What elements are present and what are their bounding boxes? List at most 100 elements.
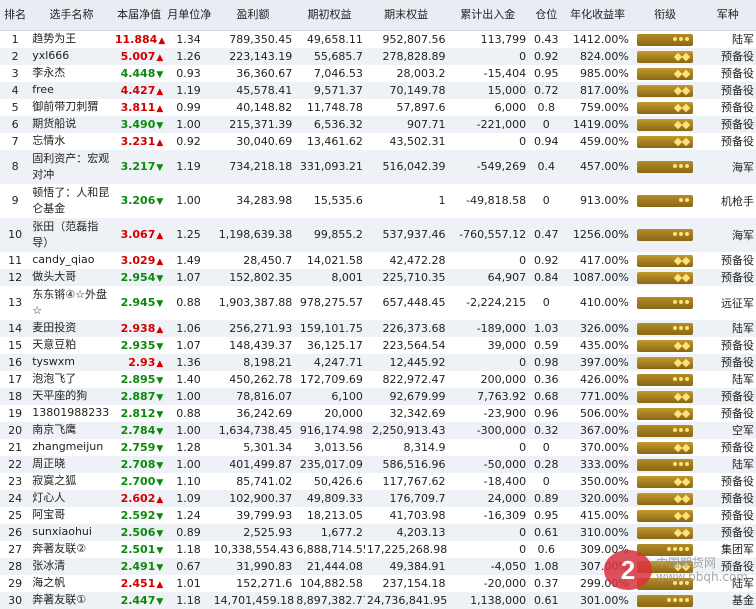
player-name[interactable]: 固利资产：宏观对冲 bbox=[30, 150, 113, 184]
column-header[interactable]: 月单位净值 bbox=[165, 0, 211, 31]
table-row[interactable]: 6期货船说3.490▼1.00215,371.396,536.32907.71-… bbox=[0, 116, 756, 133]
table-row[interactable]: 5御前带刀刺猬3.811▲0.9940,148.8211,748.7857,89… bbox=[0, 99, 756, 116]
player-name[interactable]: free bbox=[30, 82, 113, 99]
rank-cell: 13 bbox=[0, 286, 30, 320]
table-row[interactable]: 1趋势为王11.884▲1.34789,350.4549,658.11952,8… bbox=[0, 31, 756, 48]
monthly-unit-value: 1.26 bbox=[165, 48, 211, 65]
rank-insignia-icon bbox=[637, 391, 693, 403]
column-header[interactable]: 期末权益 bbox=[365, 0, 448, 31]
player-name[interactable]: 期货船说 bbox=[30, 116, 113, 133]
rank-cell: 4 bbox=[0, 82, 30, 99]
table-row[interactable]: 24灯心人2.602▲1.09102,900.3749,809.33176,70… bbox=[0, 490, 756, 507]
column-header[interactable]: 军种 bbox=[699, 0, 756, 31]
player-name[interactable]: 趋势为王 bbox=[30, 31, 113, 48]
column-header[interactable]: 排名 bbox=[0, 0, 30, 31]
profit-amount: 31,990.83 bbox=[212, 558, 295, 575]
player-name[interactable]: 泡泡飞了 bbox=[30, 371, 113, 388]
player-name[interactable]: 张田（范磊指导） bbox=[30, 218, 113, 252]
annualized-return: 824.00% bbox=[564, 48, 631, 65]
player-name[interactable]: 13801988233 bbox=[30, 405, 113, 422]
opening-equity: 6,888,714.55 bbox=[294, 541, 365, 558]
table-row[interactable]: 23寂寞之狐2.700▼1.1085,741.0250,426.6117,767… bbox=[0, 473, 756, 490]
monthly-unit-value: 0.88 bbox=[165, 405, 211, 422]
player-name[interactable]: 阿宝哥 bbox=[30, 507, 113, 524]
rank-insignia-icon bbox=[637, 476, 693, 488]
table-row[interactable]: 9顿悟了：人和昆仑基金3.206▼1.0034,283.9815,535.61-… bbox=[0, 184, 756, 218]
column-header[interactable]: 盈利额 bbox=[212, 0, 295, 31]
table-row[interactable]: 4free4.427▲1.1945,578.419,571.3770,149.7… bbox=[0, 82, 756, 99]
player-name[interactable]: candy_qiao bbox=[30, 252, 113, 269]
table-row[interactable]: 17泡泡飞了2.895▼1.40450,262.78172,709.69822,… bbox=[0, 371, 756, 388]
service-branch: 预备役 bbox=[699, 490, 756, 507]
column-header[interactable]: 选手名称 bbox=[30, 0, 113, 31]
table-row[interactable]: 15天意豆粕2.935▼1.07148,439.3736,125.17223,5… bbox=[0, 337, 756, 354]
column-header[interactable]: 衔级 bbox=[631, 0, 700, 31]
player-name[interactable]: 寂寞之狐 bbox=[30, 473, 113, 490]
cumulative-flow: -16,309 bbox=[447, 507, 528, 524]
net-value-text: 2.895 bbox=[121, 373, 156, 386]
annualized-return: 435.00% bbox=[564, 337, 631, 354]
rank-badge bbox=[631, 286, 700, 320]
player-name[interactable]: 顿悟了：人和昆仑基金 bbox=[30, 184, 113, 218]
column-header[interactable]: 本届净值 bbox=[113, 0, 165, 31]
annualized-return: 1412.00% bbox=[564, 31, 631, 48]
net-value: 5.007▲ bbox=[113, 48, 165, 65]
table-row[interactable]: 16tyswxm2.93▲1.368,198.214,247.7112,445.… bbox=[0, 354, 756, 371]
net-value: 2.93▲ bbox=[113, 354, 165, 371]
player-name[interactable]: 李永杰 bbox=[30, 65, 113, 82]
table-row[interactable]: 20南京飞鹰2.784▼1.001,634,738.45916,174.982,… bbox=[0, 422, 756, 439]
table-row[interactable]: 8固利资产：宏观对冲3.217▼1.19734,218.18331,093.21… bbox=[0, 150, 756, 184]
player-name[interactable]: tyswxm bbox=[30, 354, 113, 371]
player-name[interactable]: 做头大哥 bbox=[30, 269, 113, 286]
table-row[interactable]: 26sunxiaohui2.506▼0.892,525.931,677.24,2… bbox=[0, 524, 756, 541]
column-header[interactable]: 年化收益率 bbox=[564, 0, 631, 31]
profit-amount: 789,350.45 bbox=[212, 31, 295, 48]
table-row[interactable]: 19138019882332.812▼0.8836,242.6920,00032… bbox=[0, 405, 756, 422]
player-name[interactable]: 忘情水 bbox=[30, 133, 113, 150]
profit-amount: 45,578.41 bbox=[212, 82, 295, 99]
closing-equity: 278,828.89 bbox=[365, 48, 448, 65]
player-name[interactable]: yxl666 bbox=[30, 48, 113, 65]
player-name[interactable]: 麦田投资 bbox=[30, 320, 113, 337]
table-row[interactable]: 11candy_qiao3.029▲1.4928,450.714,021.584… bbox=[0, 252, 756, 269]
player-name[interactable]: 东东锵④☆外盘☆ bbox=[30, 286, 113, 320]
column-header[interactable]: 累计出入金 bbox=[447, 0, 528, 31]
player-name[interactable]: zhangmeijun bbox=[30, 439, 113, 456]
player-name[interactable]: 周正晓 bbox=[30, 456, 113, 473]
player-name[interactable]: 灯心人 bbox=[30, 490, 113, 507]
column-header[interactable]: 仓位 bbox=[528, 0, 564, 31]
player-name[interactable]: 御前带刀刺猬 bbox=[30, 99, 113, 116]
table-row[interactable]: 10张田（范磊指导）3.067▲1.251,198,639.3899,855.2… bbox=[0, 218, 756, 252]
player-name[interactable]: sunxiaohui bbox=[30, 524, 113, 541]
table-row[interactable]: 2yxl6665.007▲1.26223,143.1955,685.7278,8… bbox=[0, 48, 756, 65]
table-row[interactable]: 7忘情水3.231▲0.9230,040.6913,461.6243,502.3… bbox=[0, 133, 756, 150]
table-row[interactable]: 12做头大哥2.954▼1.07152,802.358,001225,710.3… bbox=[0, 269, 756, 286]
table-row[interactable]: 3李永杰4.448▼0.9336,360.677,046.5328,003.2-… bbox=[0, 65, 756, 82]
net-value: 11.884▲ bbox=[113, 31, 165, 48]
player-name[interactable]: 南京飞鹰 bbox=[30, 422, 113, 439]
service-branch: 预备役 bbox=[699, 524, 756, 541]
monthly-unit-value: 1.07 bbox=[165, 337, 211, 354]
monthly-unit-value: 1.28 bbox=[165, 439, 211, 456]
player-name[interactable]: 张冰清 bbox=[30, 558, 113, 575]
table-row[interactable]: 14麦田投资2.938▲1.06256,271.93159,101.75226,… bbox=[0, 320, 756, 337]
player-name[interactable]: 奔著友联① bbox=[30, 592, 113, 609]
annualized-return: 367.00% bbox=[564, 422, 631, 439]
table-row[interactable]: 30奔著友联①2.447▼1.1814,701,459.188,897,382.… bbox=[0, 592, 756, 609]
player-name[interactable]: 奔著友联② bbox=[30, 541, 113, 558]
player-name[interactable]: 天平座的狗 bbox=[30, 388, 113, 405]
annualized-return: 1087.00% bbox=[564, 269, 631, 286]
position-ratio: 0.59 bbox=[528, 337, 564, 354]
table-row[interactable]: 18天平座的狗2.887▼1.0078,816.076,10092,679.99… bbox=[0, 388, 756, 405]
table-row[interactable]: 22周正晓2.708▼1.00401,499.87235,017.09586,5… bbox=[0, 456, 756, 473]
column-header[interactable]: 期初权益 bbox=[294, 0, 365, 31]
table-row[interactable]: 21zhangmeijun2.759▼1.285,301.343,013.568… bbox=[0, 439, 756, 456]
service-branch: 预备役 bbox=[699, 354, 756, 371]
table-row[interactable]: 25阿宝哥2.592▼1.2439,799.9318,213.0541,703.… bbox=[0, 507, 756, 524]
net-value: 3.217▼ bbox=[113, 150, 165, 184]
monthly-unit-value: 1.09 bbox=[165, 490, 211, 507]
rank-cell: 26 bbox=[0, 524, 30, 541]
table-row[interactable]: 13东东锵④☆外盘☆2.945▼0.881,903,387.88978,275.… bbox=[0, 286, 756, 320]
player-name[interactable]: 海之帆 bbox=[30, 575, 113, 592]
player-name[interactable]: 天意豆粕 bbox=[30, 337, 113, 354]
